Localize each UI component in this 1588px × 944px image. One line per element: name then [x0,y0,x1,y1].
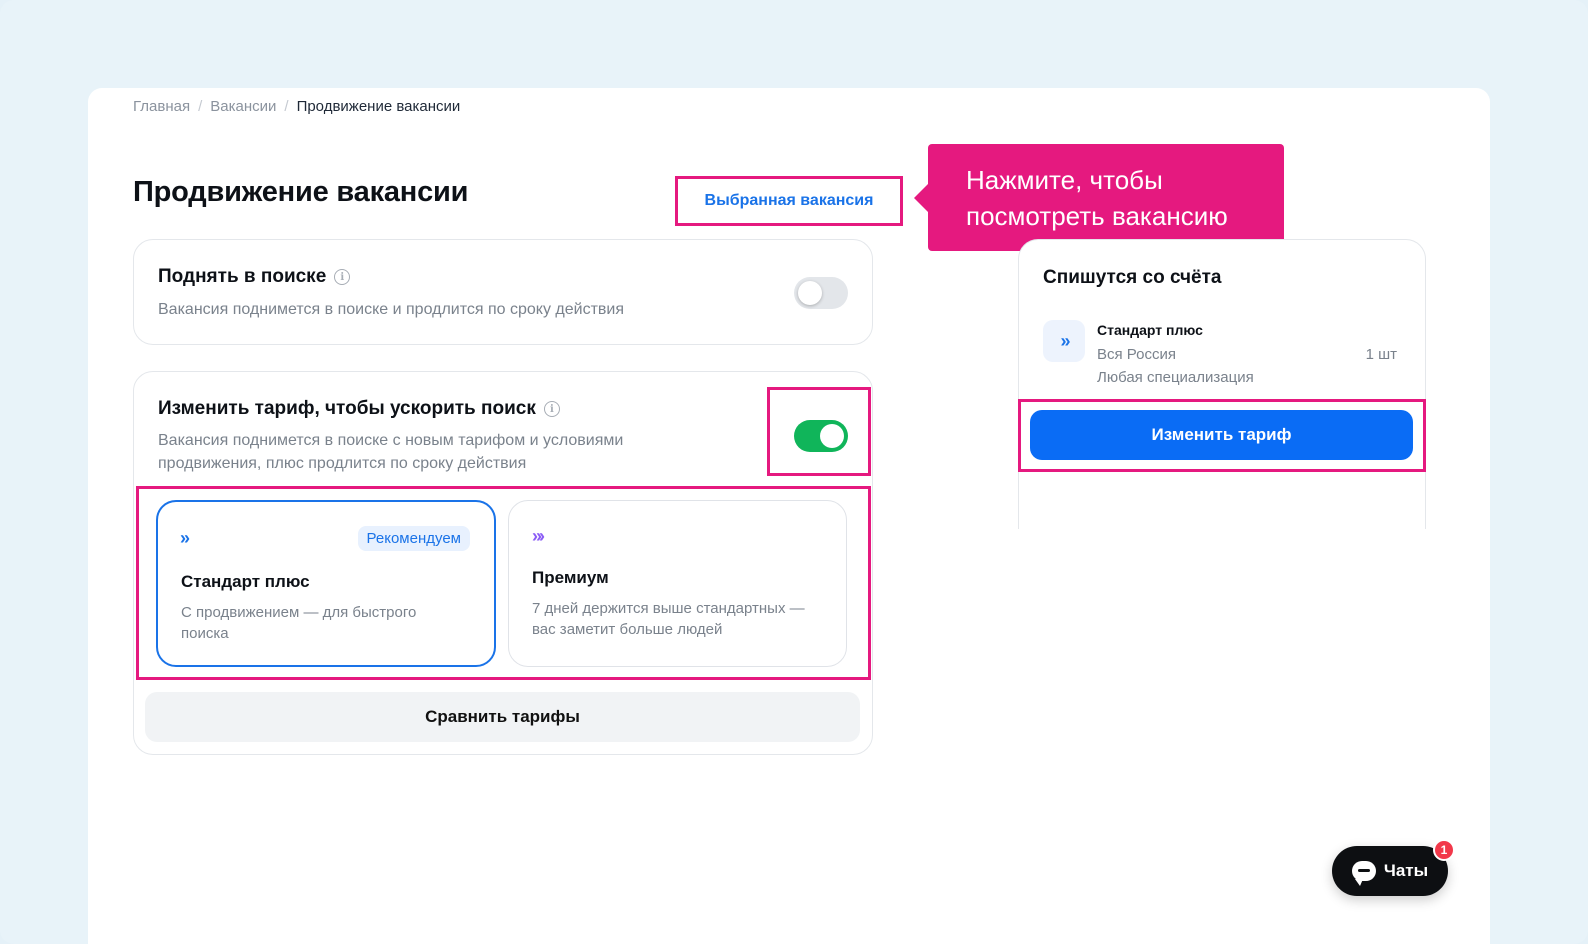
summary-region: Вся Россия [1097,346,1176,363]
breadcrumb-separator: / [198,98,203,115]
option-description: 7 дней держится выше стандартных — вас з… [532,598,805,640]
page-container: Главная / Вакансии / Продвижение ваканси… [88,88,1490,944]
toggle-knob [820,424,844,448]
option-description: С продвижением — для быстрого поиска [181,602,416,644]
breadcrumb-current: Продвижение вакансии [296,98,461,115]
double-chevron-right-icon: » [1043,320,1085,362]
hint-tooltip: Нажмите, чтобы посмотреть вакансию [914,144,1284,251]
breadcrumb-separator: / [284,98,289,115]
info-icon[interactable]: i [334,269,351,285]
option-desc-line-1: С продвижением — для быстрого [181,604,417,621]
payment-summary-card: Спишутся со счёта » Стандарт плюс Вся Ро… [1018,239,1426,529]
summary-item-name: Стандарт плюс [1097,322,1203,338]
summary-title: Спишутся со счёта [1043,267,1222,288]
chats-label: Чаты [1383,861,1429,880]
option-name: Стандарт плюс [181,572,310,591]
summary-specialization: Любая специализация [1097,369,1254,386]
tariff-option-premium[interactable]: »› Премиум 7 дней держится выше стандарт… [508,500,847,667]
chats-button[interactable]: Чаты [1332,846,1448,896]
triple-chevron-right-icon: »› [532,526,545,546]
option-name: Премиум [532,568,609,587]
page-title: Продвижение вакансии [133,176,469,208]
option-desc-line-2: вас заметит больше людей [532,621,723,638]
change-tariff-button[interactable]: Изменить тариф [1030,410,1413,460]
tariff-desc-line-1: Вакансия поднимется в поиске с новым тар… [158,432,624,449]
tariff-card-title: Изменить тариф, чтобы ускорить поиск i [158,398,560,420]
tariff-card-title-text: Изменить тариф, чтобы ускорить поиск [158,398,536,419]
double-chevron-right-icon: » [180,528,190,548]
tariff-toggle[interactable] [794,420,848,452]
summary-quantity: 1 шт [1365,346,1397,363]
toggle-knob [798,281,822,305]
tariff-option-standard-plus[interactable]: » Рекомендуем Стандарт плюс С продвижени… [156,500,496,667]
option-desc-line-2: поиска [181,625,229,642]
raise-card-description: Вакансия поднимется в поиске и продлится… [158,301,625,318]
option-desc-line-1: 7 дней держится выше стандартных — [532,600,805,617]
breadcrumb-vacancies[interactable]: Вакансии [210,98,276,115]
raise-in-search-card: Поднять в поиске i Вакансия поднимется в… [133,239,873,345]
tariff-desc-line-2: продвижения, плюс продлится по сроку дей… [158,455,527,472]
raise-toggle[interactable] [794,277,848,309]
info-icon[interactable]: i [543,401,560,417]
recommended-badge: Рекомендуем [357,526,470,551]
compare-tariffs-button[interactable]: Сравнить тарифы [145,692,860,742]
tariff-card-description: Вакансия поднимется в поиске с новым тар… [158,429,623,475]
chats-unread-badge: 1 [1433,839,1455,861]
breadcrumb: Главная / Вакансии / Продвижение ваканси… [133,98,460,115]
selected-vacancy-button[interactable]: Выбранная вакансия [675,176,903,226]
raise-card-title: Поднять в поиске i [158,266,351,288]
breadcrumb-home[interactable]: Главная [133,98,190,115]
chat-bubble-icon [1351,861,1376,886]
raise-card-title-text: Поднять в поиске [158,266,327,287]
